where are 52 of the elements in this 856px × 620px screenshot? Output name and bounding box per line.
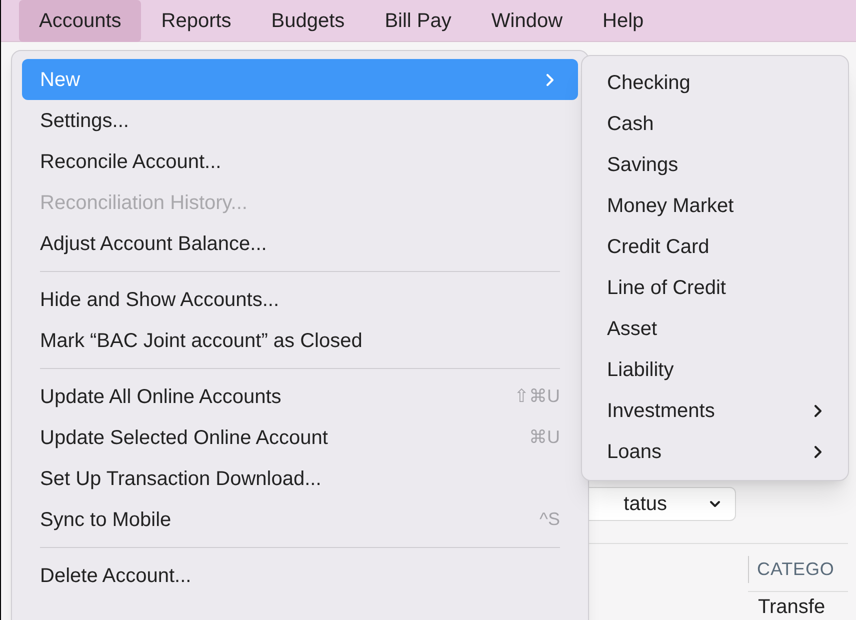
submenu-item[interactable]: Investments	[588, 390, 842, 431]
submenu-item[interactable]: Liability	[588, 349, 842, 390]
menu-item-label: Delete Account...	[40, 564, 192, 588]
submenu-item[interactable]: Cash	[588, 103, 842, 144]
menu-bar-item[interactable]: Bill Pay	[364, 0, 472, 42]
menu-bar-item[interactable]: Accounts	[19, 0, 142, 42]
menu-bar-item[interactable]: Reports	[141, 0, 252, 42]
submenu-item-label: Investments	[607, 398, 715, 424]
menu-item[interactable]: Hide and Show Accounts...	[22, 279, 578, 320]
submenu-item-label: Credit Card	[607, 234, 710, 260]
submenu-item-label: Line of Credit	[607, 276, 726, 300]
keyboard-shortcut: ⇧⌘U	[514, 385, 560, 408]
menu-bar-item[interactable]: Help	[582, 0, 664, 42]
submenu-item[interactable]: Checking	[588, 62, 842, 103]
menu-item[interactable]: Reconcile Account...	[22, 141, 578, 182]
menu-item-label: Update Selected Online Account	[40, 426, 328, 450]
menu-item-label: Reconcile Account...	[40, 150, 222, 174]
menu-bar-item[interactable]: Budgets	[251, 0, 365, 42]
submenu-item-label: Savings	[607, 152, 678, 178]
submenu-item[interactable]: Money Market	[588, 185, 842, 226]
menu-item-label: New	[40, 68, 80, 92]
submenu-item-label: Asset	[607, 316, 658, 342]
submenu-item[interactable]: Savings	[588, 144, 842, 185]
keyboard-shortcut: ⌘U	[529, 426, 560, 449]
menu-item[interactable]: Delete Account...	[22, 555, 578, 596]
submenu-item-label: Liability	[607, 358, 674, 382]
menu-item-label: Set Up Transaction Download...	[40, 466, 322, 492]
menu-item[interactable]: Update Selected Online Account ⌘U	[22, 417, 578, 458]
menu-item[interactable]: Mark “BAC Joint account” as Closed	[22, 320, 578, 361]
menu-item-label: Update All Online Accounts	[40, 384, 282, 410]
menu-item-label: Hide and Show Accounts...	[40, 288, 280, 312]
menu-item-label: Sync to Mobile	[40, 508, 172, 532]
submenu-item[interactable]: Line of Credit	[588, 267, 842, 308]
submenu-item[interactable]: Asset	[588, 308, 842, 349]
menu-item[interactable]: Adjust Account Balance...	[22, 223, 578, 264]
menu-item-label: Settings...	[40, 108, 129, 134]
submenu-item-label: Checking	[607, 70, 690, 96]
submenu-item-label: Money Market	[607, 194, 734, 218]
menu-item[interactable]: Update All Online Accounts ⇧⌘U	[22, 376, 578, 417]
menu-item-label: Adjust Account Balance...	[40, 232, 267, 256]
submenu-item[interactable]: Credit Card	[588, 226, 842, 267]
table-cell: Transfe	[748, 591, 848, 620]
keyboard-shortcut: ^S	[540, 508, 560, 531]
submenu-item-label: Cash	[607, 112, 654, 136]
submenu-item[interactable]: Loans	[588, 431, 842, 472]
submenu-item-label: Loans	[607, 440, 662, 464]
menu-item[interactable]: Settings...	[22, 100, 578, 141]
menu-bar-item[interactable]: Window	[471, 0, 583, 42]
menu-item-label: Reconciliation History...	[40, 190, 248, 216]
dropdown-value: tatus	[624, 492, 667, 517]
column-header: CATEGO	[748, 556, 848, 583]
menu-item-label: Mark “BAC Joint account” as Closed	[40, 328, 362, 354]
